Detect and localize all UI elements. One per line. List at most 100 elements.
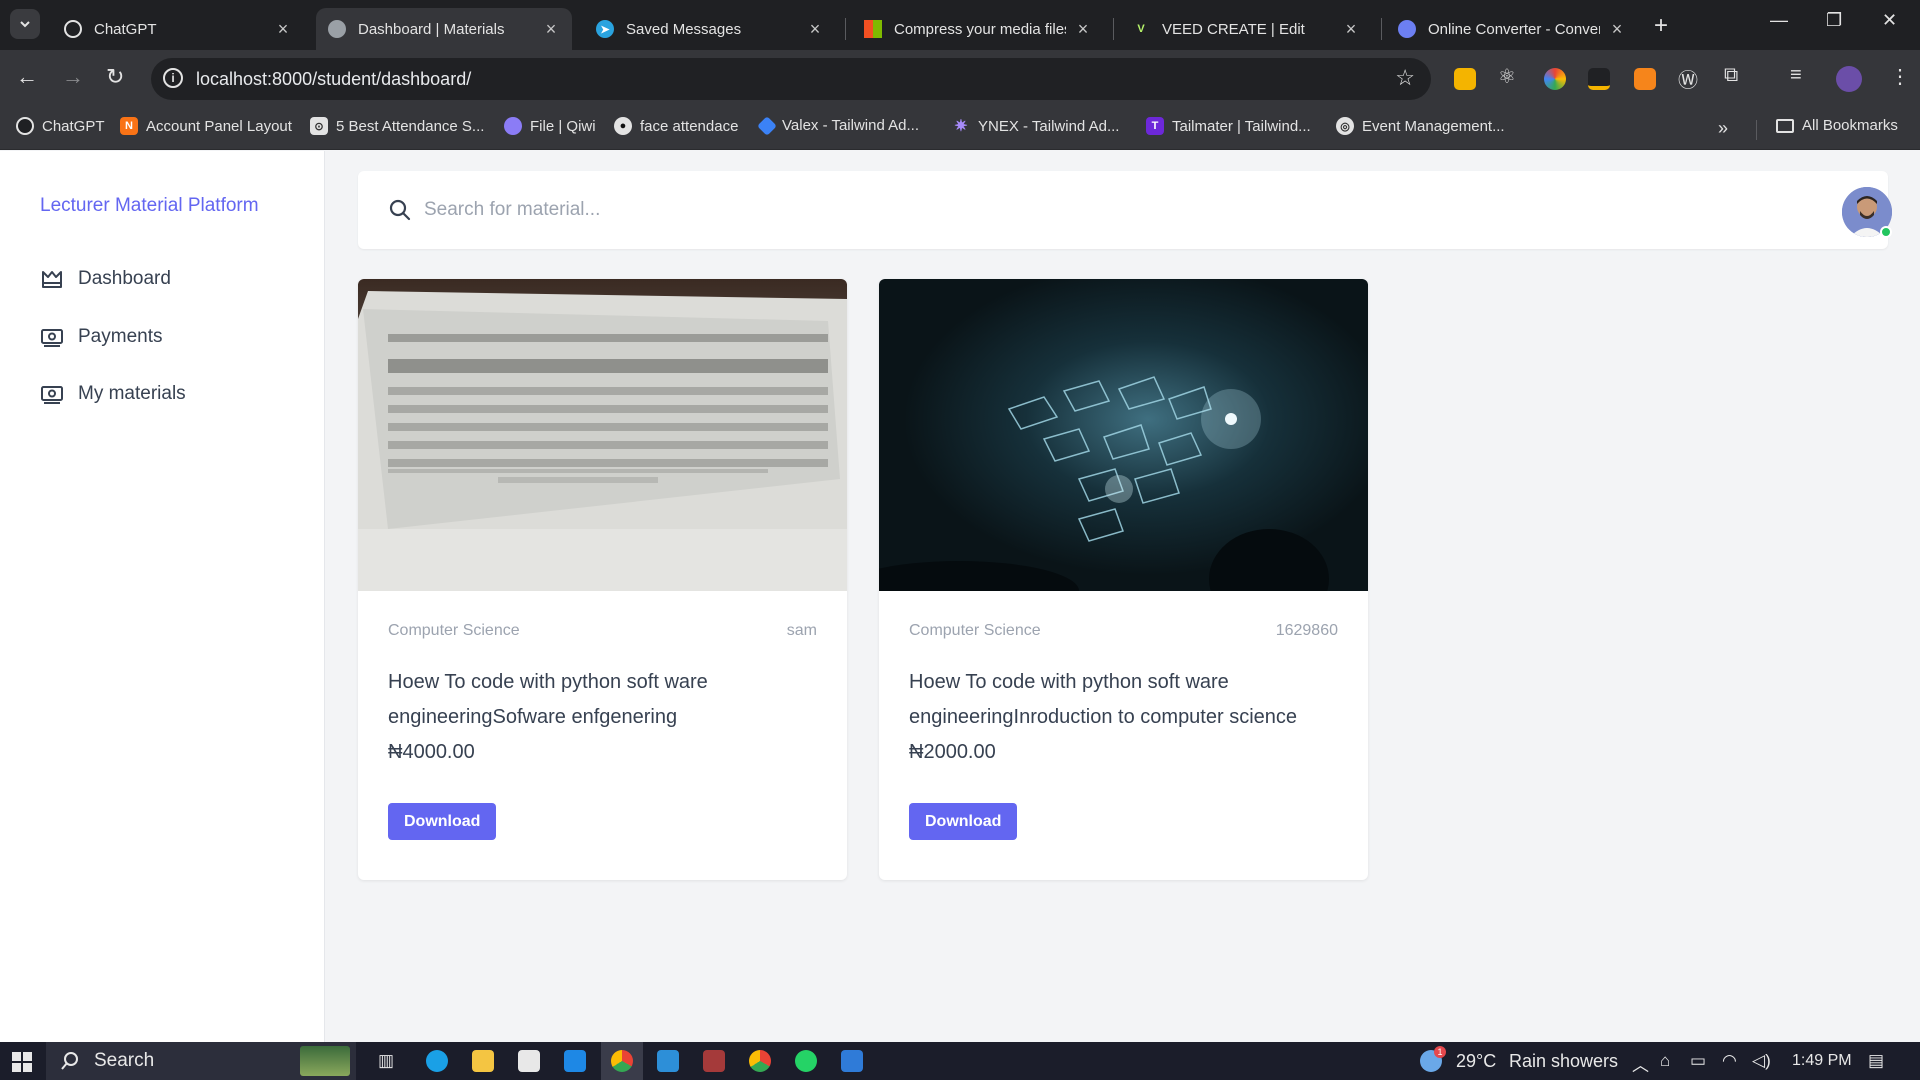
restore-icon[interactable]: ❐ [1826, 10, 1842, 31]
bookmarks-bar: ChatGPT N Account Panel Layout ⊙ 5 Best … [0, 108, 1920, 150]
wordtune-icon[interactable]: Ⓦ [1678, 64, 1698, 93]
tab-online-converter[interactable]: Online Converter - Convert × [1386, 8, 1638, 50]
game-app-icon[interactable] [703, 1050, 725, 1072]
whatsapp-icon[interactable] [795, 1050, 817, 1072]
material-author: sam [786, 622, 817, 639]
volume-icon[interactable]: ◁) [1752, 1051, 1771, 1071]
tab-dashboard-materials[interactable]: Dashboard | Materials × [316, 8, 572, 50]
chevron-up-icon[interactable]: ︿ [1632, 1051, 1649, 1076]
file-explorer-icon[interactable] [472, 1050, 494, 1072]
task-view-icon[interactable]: ▥ [378, 1051, 394, 1071]
valex-icon [757, 115, 777, 136]
tab-veed-create[interactable]: V VEED CREATE | Edit × [1120, 8, 1372, 50]
close-icon[interactable]: × [1342, 19, 1360, 40]
tab-search-button[interactable] [10, 9, 40, 39]
sidebar-item-my-materials[interactable]: My materials [40, 382, 186, 406]
globe-icon [328, 20, 346, 38]
weather-temperature[interactable]: 29°C [1456, 1051, 1496, 1072]
download-button[interactable]: Download [909, 803, 1018, 840]
windows-taskbar: Search ▥ 1 29°C Rain showers ︿ ⌂ ▭ ◠ ◁) … [0, 1042, 1920, 1080]
chrome-profile-icon[interactable] [749, 1050, 771, 1072]
bookmark-chatgpt[interactable]: ChatGPT [16, 117, 105, 135]
tab-compress-media[interactable]: Compress your media files × [852, 8, 1104, 50]
bookmark-attendance[interactable]: ⊙ 5 Best Attendance S... [310, 117, 484, 135]
profile-avatar-icon[interactable] [1836, 66, 1862, 92]
close-icon[interactable]: × [274, 19, 292, 40]
microsoft-icon [864, 20, 882, 38]
taskbar-search[interactable]: Search [46, 1042, 356, 1080]
sidebar-item-label: Dashboard [78, 268, 171, 289]
bookmark-label: 5 Best Attendance S... [336, 117, 485, 135]
bookmark-file-qiwi[interactable]: File | Qiwi [504, 117, 596, 135]
bookmark-ynex[interactable]: ✷ YNEX - Tailwind Ad... [952, 117, 1120, 136]
vscode-icon[interactable] [657, 1050, 679, 1072]
main-content: Computer Science sam Hoew To code with p… [325, 151, 1920, 1042]
close-window-icon[interactable]: ✕ [1882, 10, 1897, 31]
battery-icon[interactable]: ▭ [1690, 1051, 1706, 1071]
bookmark-valex[interactable]: Valex - Tailwind Ad... [757, 115, 919, 136]
bookmark-tailmater[interactable]: T Tailmater | Tailwind... [1146, 117, 1311, 135]
sidebar-item-label: My materials [78, 383, 186, 404]
bookmarks-overflow-icon[interactable]: » [1718, 118, 1728, 139]
download-button[interactable]: Download [388, 803, 497, 840]
bookmark-star-icon[interactable]: ☆ [1395, 65, 1415, 91]
material-card: Computer Science 1629860 Hoew To code wi… [879, 279, 1368, 880]
media-control-icon[interactable]: ≡ [1790, 64, 1802, 87]
back-icon[interactable]: ← [16, 64, 38, 90]
meet-now-icon[interactable]: ⌂ [1660, 1051, 1670, 1071]
notifications-icon[interactable]: ▤ [1868, 1051, 1884, 1071]
forward-icon[interactable]: → [62, 64, 84, 90]
material-title: Hoew To code with python soft ware engin… [388, 671, 708, 728]
weather-condition[interactable]: Rain showers [1509, 1051, 1618, 1072]
address-bar[interactable]: i localhost:8000/student/dashboard/ ☆ [151, 58, 1431, 100]
snipping-tool-icon[interactable] [841, 1050, 863, 1072]
chrome-icon[interactable] [611, 1050, 633, 1072]
close-icon[interactable]: × [806, 19, 824, 40]
material-title: Hoew To code with python soft ware engin… [909, 671, 1298, 728]
bookmark-account-panel[interactable]: N Account Panel Layout [120, 117, 292, 135]
menu-kebab-icon[interactable]: ⋮ [1890, 64, 1910, 89]
close-icon[interactable]: × [1074, 19, 1092, 40]
taskbar-clock[interactable]: 1:49 PM [1792, 1052, 1852, 1070]
bookmark-label: Account Panel Layout [146, 117, 292, 135]
bookmark-event-management[interactable]: ◎ Event Management... [1336, 117, 1505, 135]
bookmark-label: face attendace [640, 117, 739, 135]
dashboard-icon [42, 271, 62, 288]
extension-icon[interactable] [1588, 68, 1610, 90]
react-devtools-icon[interactable]: ⚛ [1498, 64, 1516, 89]
tab-saved-messages[interactable]: ➤ Saved Messages × [584, 8, 836, 50]
new-tab-icon[interactable]: + [1654, 12, 1668, 40]
sidebar-item-dashboard[interactable]: Dashboard [40, 267, 171, 291]
wifi-icon[interactable]: ◠ [1722, 1051, 1737, 1071]
color-picker-extension-icon[interactable] [1544, 68, 1566, 90]
brand-title[interactable]: Lecturer Material Platform [40, 195, 259, 217]
windows-start-icon[interactable] [12, 1052, 32, 1072]
all-bookmarks[interactable]: All Bookmarks [1776, 117, 1898, 134]
bookmark-label: YNEX - Tailwind Ad... [978, 117, 1120, 135]
metamask-icon[interactable] [1634, 68, 1656, 90]
sidebar-item-label: Payments [78, 326, 163, 347]
microsoft-store-icon[interactable] [518, 1050, 540, 1072]
site-info-icon[interactable]: i [163, 68, 183, 88]
bookmark-face-attendace[interactable]: ● face attendace [614, 117, 738, 135]
weather-badge: 1 [1434, 1046, 1446, 1058]
close-icon[interactable]: × [542, 19, 560, 40]
reload-icon[interactable]: ↻ [106, 64, 124, 90]
sidebar-item-payments[interactable]: Payments [40, 325, 162, 349]
github-icon: ● [614, 117, 632, 135]
all-bookmarks-label: All Bookmarks [1802, 117, 1898, 134]
material-thumbnail-document[interactable] [358, 279, 847, 591]
material-thumbnail-concert[interactable] [879, 279, 1368, 591]
veed-icon: V [1132, 20, 1150, 38]
close-icon[interactable]: × [1608, 19, 1626, 40]
tab-chatgpt[interactable]: ChatGPT × [52, 8, 304, 50]
extensions-puzzle-icon[interactable]: ⧉ [1724, 64, 1738, 87]
qiwi-icon [504, 117, 522, 135]
tab-title: ChatGPT [94, 20, 157, 38]
address-url[interactable]: localhost:8000/student/dashboard/ [196, 69, 471, 90]
minimize-icon[interactable]: — [1770, 10, 1788, 31]
binance-extension-icon[interactable] [1454, 68, 1476, 90]
edge-icon[interactable] [426, 1050, 448, 1072]
search-input[interactable] [424, 191, 1724, 229]
mail-icon[interactable] [564, 1050, 586, 1072]
